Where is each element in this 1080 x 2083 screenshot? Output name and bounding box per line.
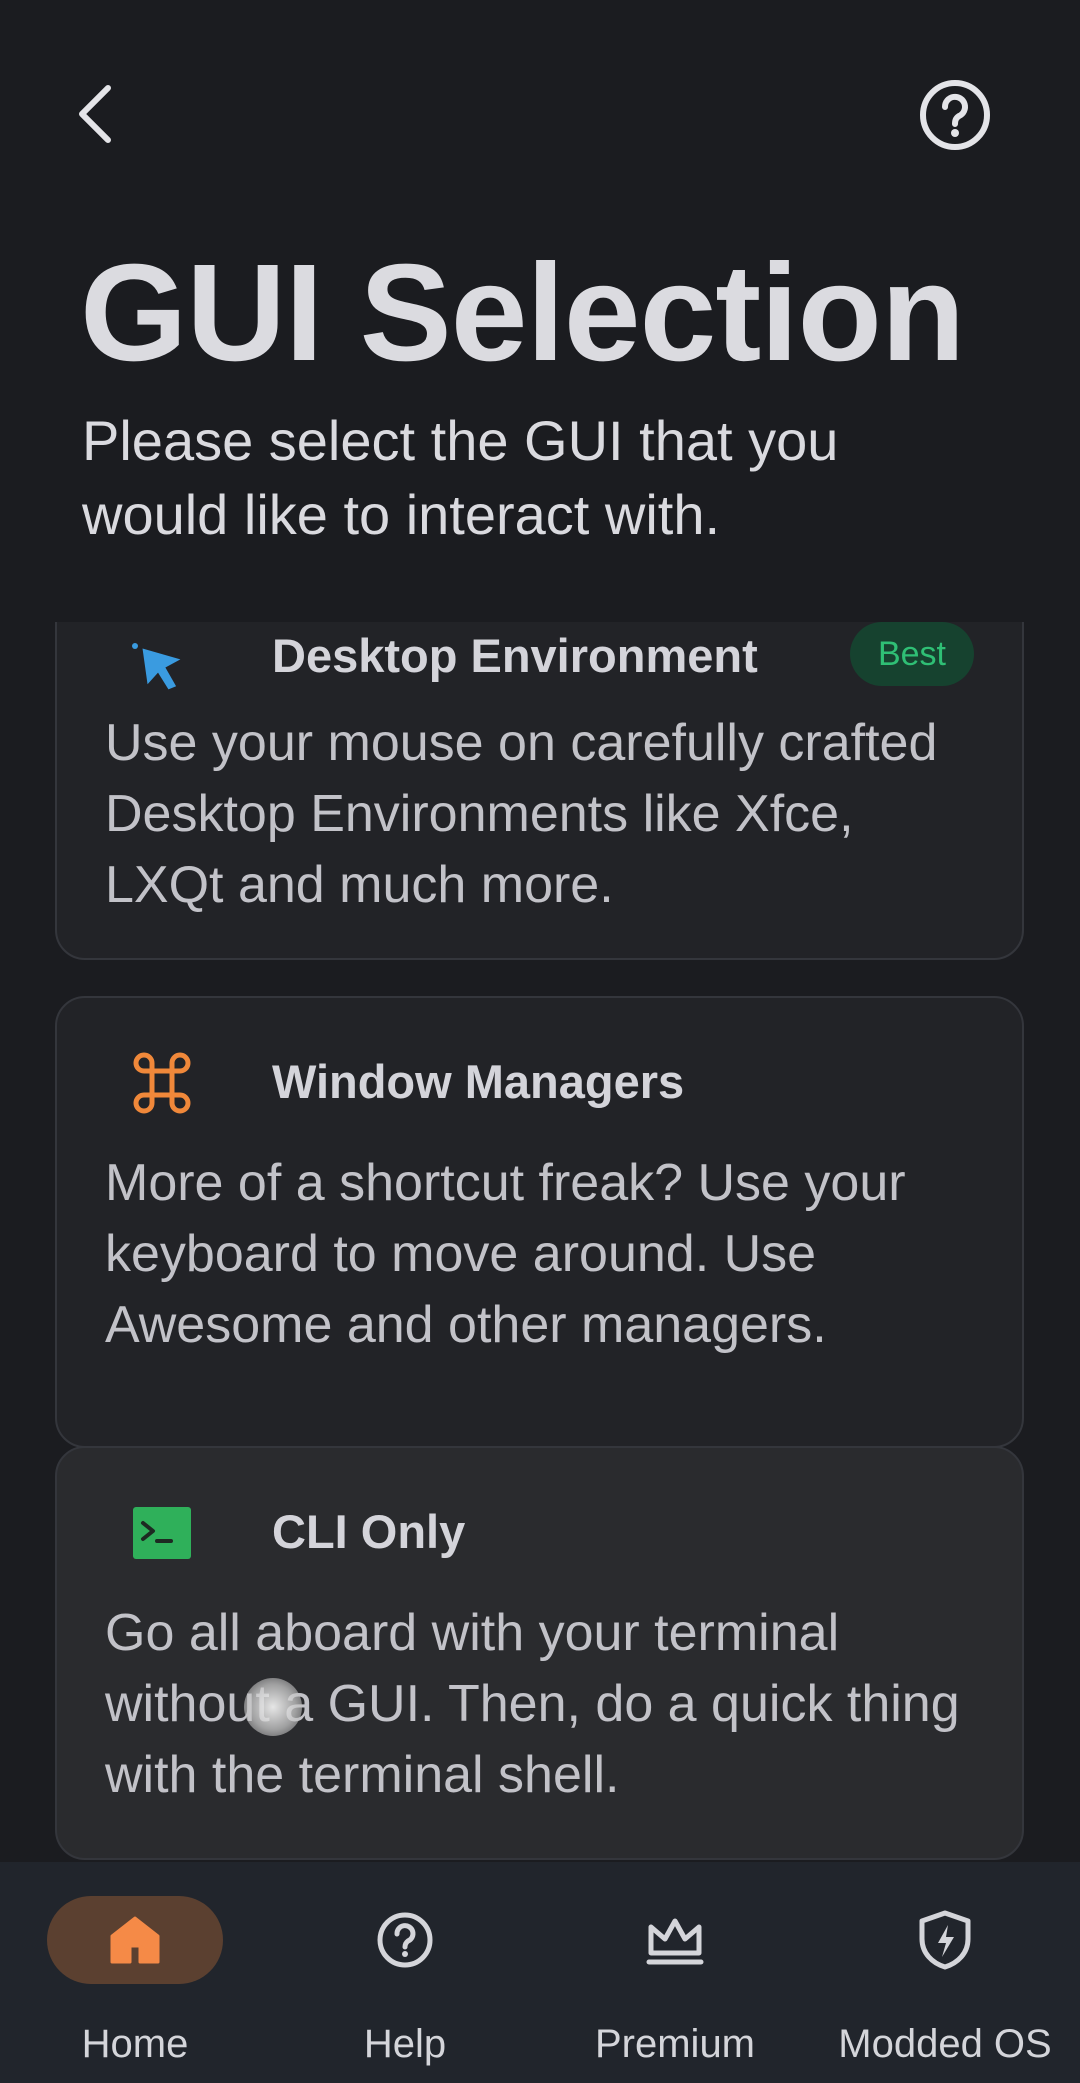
page-title: GUI Selection <box>80 236 965 390</box>
nav-item-premium[interactable]: Premium <box>540 1862 810 2083</box>
modded-os-icon-pill <box>857 1896 1033 1984</box>
help-circle-icon <box>920 80 990 150</box>
touch-indicator <box>244 1678 302 1736</box>
home-icon-pill <box>47 1896 223 1984</box>
cursor-icon <box>129 632 195 698</box>
page-subtitle: Please select the GUI that you would lik… <box>82 409 839 546</box>
home-icon <box>110 1916 160 1964</box>
bottom-navigation: Home Help Premium Modded OS <box>0 1862 1080 2083</box>
help-button[interactable] <box>918 78 992 152</box>
nav-label: Help <box>363 2022 447 2066</box>
back-button[interactable] <box>62 76 126 152</box>
command-key-icon <box>129 1050 195 1116</box>
terminal-icon <box>129 1500 195 1566</box>
help-icon-pill <box>317 1896 493 1984</box>
nav-label: Premium <box>594 2022 756 2066</box>
nav-item-help[interactable]: Help <box>270 1862 540 2083</box>
nav-label: Home <box>81 2022 189 2066</box>
option-description: More of a shortcut freak? Use your keybo… <box>105 1154 906 1354</box>
option-card-cli-only[interactable]: CLI Only Go all aboard with your termina… <box>55 1446 1024 1860</box>
option-title: Window Managers <box>272 1055 685 1108</box>
gui-option-list[interactable]: Desktop Environment Best Use your mouse … <box>0 622 1080 1862</box>
best-badge: Best <box>850 622 974 686</box>
option-title: Desktop Environment <box>272 629 758 682</box>
screen: GUI Selection Please select the GUI that… <box>0 0 1080 2083</box>
crown-icon <box>646 1918 704 1965</box>
nav-label: Modded OS <box>838 2022 1052 2066</box>
option-card-desktop-environment[interactable]: Desktop Environment Best Use your mouse … <box>55 622 1024 960</box>
help-circle-icon <box>377 1912 433 1968</box>
header: GUI Selection Please select the GUI that… <box>0 0 1080 622</box>
nav-item-home[interactable]: Home <box>0 1862 270 2083</box>
chevron-left-icon <box>79 85 111 143</box>
option-card-window-managers[interactable]: Window Managers More of a shortcut freak… <box>55 996 1024 1448</box>
option-title: CLI Only <box>272 1505 466 1558</box>
option-description: Go all aboard with your terminal without… <box>105 1604 960 1804</box>
premium-icon-pill <box>587 1896 763 1984</box>
nav-item-modded-os[interactable]: Modded OS <box>810 1862 1080 2083</box>
shield-bolt-icon <box>919 1910 971 1970</box>
option-description: Use your mouse on carefully crafted Desk… <box>105 714 938 914</box>
